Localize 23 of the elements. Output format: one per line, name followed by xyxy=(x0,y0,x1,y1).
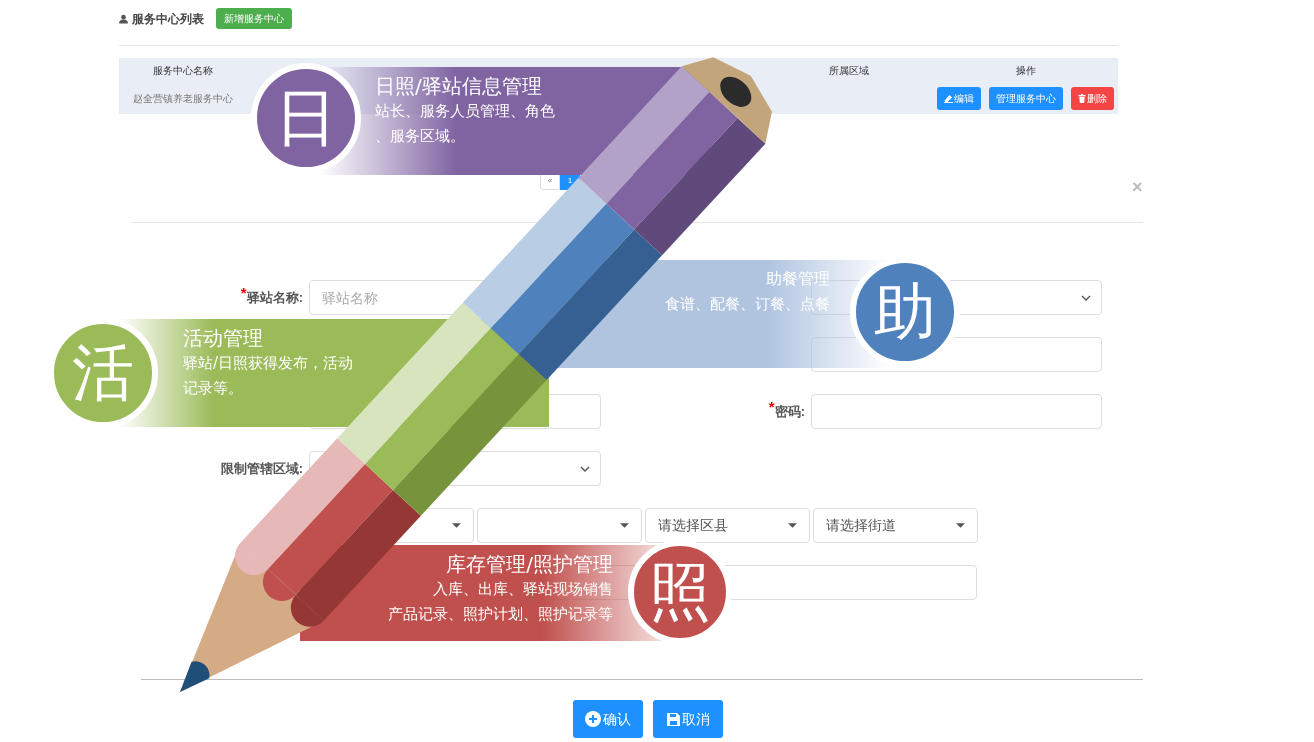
feature-description: 产品记录、照护计划、照护记录等 xyxy=(388,604,613,625)
feature-description: 记录等。 xyxy=(183,378,244,399)
feature-badge-overlay: 日 xyxy=(251,63,361,173)
feature-title: 活动管理 xyxy=(183,325,264,351)
feature-description: 站长、服务人员管理、角色 xyxy=(375,101,556,122)
feature-description: 入库、出库、驿站现场销售 xyxy=(433,579,613,600)
column-header: 操作 xyxy=(1015,63,1037,78)
column-header: 所属区域 xyxy=(828,63,870,78)
field-label: 驿站名称: xyxy=(246,289,303,307)
page-title: 服务中心列表 xyxy=(132,10,204,28)
table-cell-text: 赵全营镇养老服务中心 xyxy=(132,91,234,106)
select-placeholder: 请选择街道 xyxy=(826,516,896,535)
column-header: 服务中心名称 xyxy=(152,63,214,78)
required-mark: * xyxy=(240,283,247,301)
select-placeholder: 请选择区县 xyxy=(658,516,728,535)
feature-badge-overlay: 照 xyxy=(628,540,732,644)
field-label: 密码: xyxy=(774,403,805,421)
feature-title: 日照/驿站信息管理 xyxy=(375,73,543,99)
required-mark: * xyxy=(768,397,775,415)
feature-title: 库存管理/照护管理 xyxy=(446,551,613,577)
feature-description: 驿站/日照获得发布，活动 xyxy=(183,353,355,374)
feature-description: 、服务区域。 xyxy=(375,126,466,147)
field-label: 限制管辖区域: xyxy=(220,459,303,478)
